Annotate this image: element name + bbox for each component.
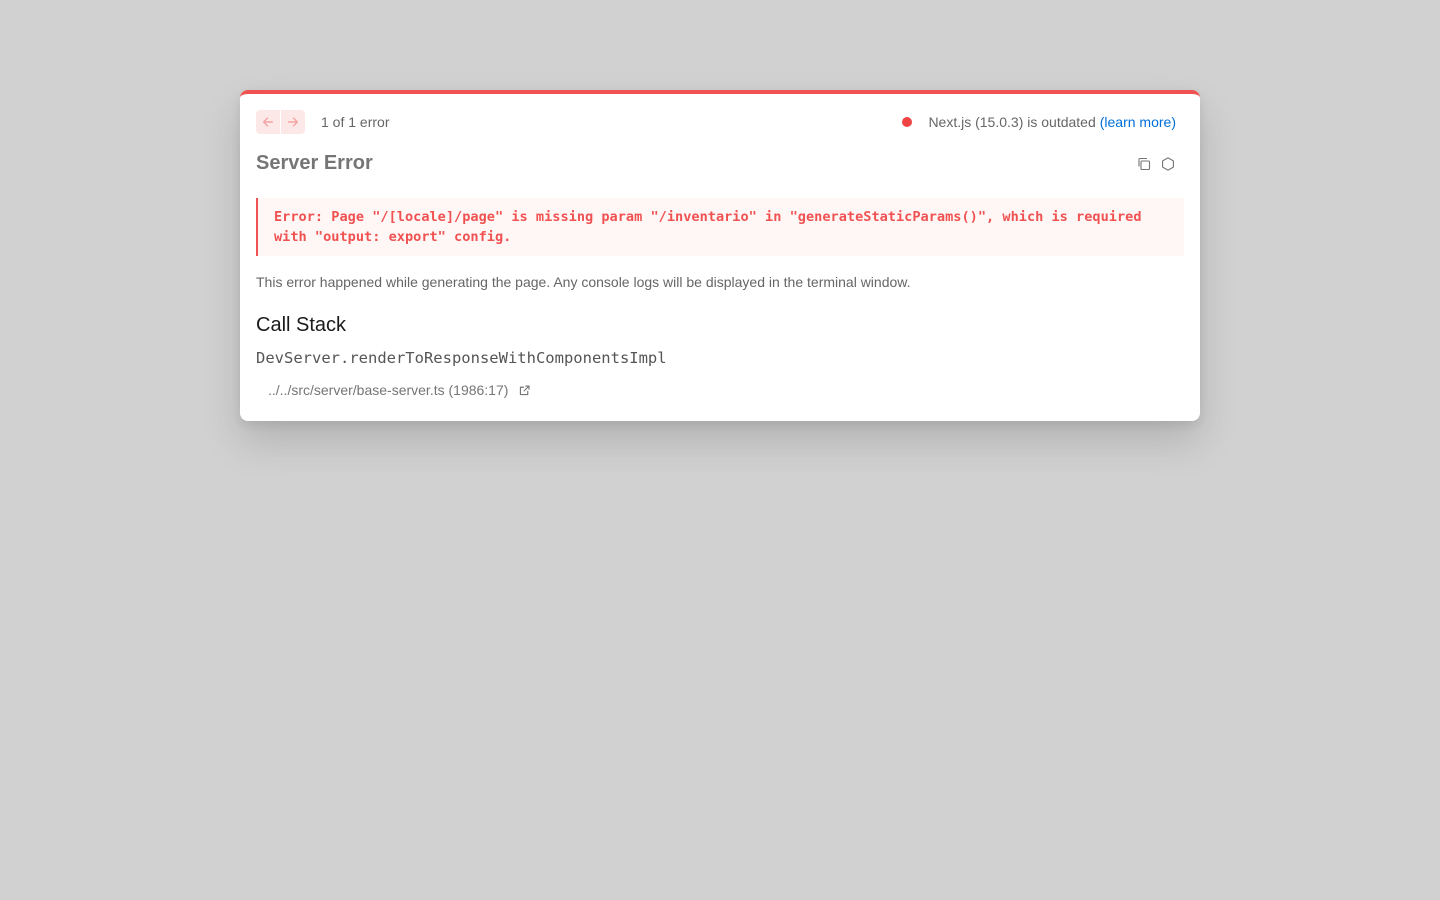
version-staleness: Next.js (15.0.3) is outdated (learn more… <box>902 114 1176 130</box>
previous-error-button[interactable] <box>256 110 280 134</box>
stack-frame-location[interactable]: ../../src/server/base-server.ts (1986:17… <box>268 382 531 398</box>
error-pagination <box>256 110 305 134</box>
error-message: Error: Page "/[locale]/page" is missing … <box>256 198 1184 256</box>
stack-frame-path: ../../src/server/base-server.ts (1986:17… <box>268 382 509 398</box>
version-text: Next.js (15.0.3) is outdated <box>928 114 1096 130</box>
arrow-right-icon <box>287 117 299 127</box>
copy-error-button[interactable] <box>1136 156 1152 172</box>
arrow-left-icon <box>262 117 274 127</box>
error-count: 1 of 1 error <box>321 114 390 130</box>
external-link-icon[interactable] <box>518 384 531 397</box>
error-actions <box>1136 156 1176 172</box>
dialog-header: 1 of 1 error Next.js (15.0.3) is outdate… <box>256 110 1176 134</box>
error-description: This error happened while generating the… <box>256 274 911 290</box>
nodejs-icon <box>1162 157 1174 171</box>
learn-more-link[interactable]: (learn more) <box>1100 114 1176 130</box>
error-dialog: 1 of 1 error Next.js (15.0.3) is outdate… <box>240 90 1200 421</box>
next-error-button[interactable] <box>281 110 305 134</box>
error-title: Server Error <box>256 152 373 174</box>
stack-frame-function: DevServer.renderToResponseWithComponents… <box>256 349 667 367</box>
backdrop: 1 of 1 error Next.js (15.0.3) is outdate… <box>0 0 1440 900</box>
status-dot <box>902 117 913 127</box>
copy-icon <box>1138 157 1151 171</box>
call-stack-heading: Call Stack <box>256 314 347 336</box>
nodejs-inspector-button[interactable] <box>1160 156 1176 172</box>
